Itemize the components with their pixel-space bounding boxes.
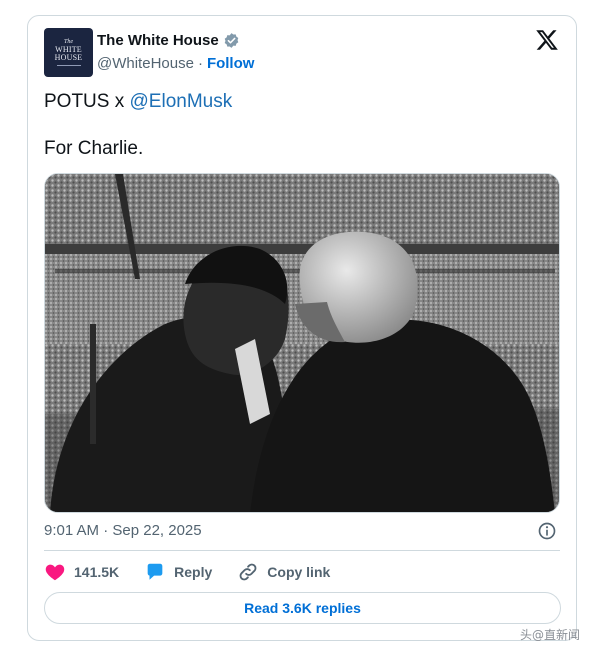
link-icon bbox=[239, 563, 257, 581]
action-bar: 141.5K Reply Copy link bbox=[44, 560, 355, 584]
source-watermark: 头@直新闻 bbox=[519, 628, 580, 642]
heart-icon bbox=[45, 564, 65, 581]
reply-button[interactable]: Reply bbox=[144, 561, 212, 583]
handle-separator: · bbox=[197, 55, 203, 72]
follow-button[interactable]: Follow bbox=[207, 55, 255, 72]
like-count: 141.5K bbox=[74, 564, 120, 580]
avatar-text-house: HOUSE bbox=[54, 53, 83, 62]
verified-badge-icon bbox=[224, 33, 238, 48]
copy-link-button[interactable]: Copy link bbox=[237, 561, 330, 583]
handle[interactable]: @WhiteHouse bbox=[97, 55, 194, 72]
mention-link[interactable]: @ElonMusk bbox=[130, 91, 233, 112]
tweet-card: The WHITE HOUSE The White House @WhiteHo… bbox=[27, 15, 577, 641]
tweet-text-prefix: POTUS x bbox=[44, 91, 130, 112]
tweet-text-line2: For Charlie. bbox=[44, 138, 144, 159]
display-name-row[interactable]: The White House bbox=[97, 32, 240, 49]
tweet-timestamp[interactable]: 9:01 AM · Sep 22, 2025 bbox=[44, 522, 202, 539]
x-logo-icon[interactable] bbox=[535, 28, 559, 52]
info-icon[interactable] bbox=[537, 521, 557, 541]
reply-label: Reply bbox=[174, 564, 213, 580]
tweet-photo[interactable] bbox=[44, 173, 560, 513]
tweet-text-line1: POTUS x @ElonMusk bbox=[44, 90, 232, 114]
display-name[interactable]: The White House bbox=[97, 32, 219, 49]
divider bbox=[44, 550, 560, 551]
avatar-rule bbox=[56, 65, 81, 66]
avatar[interactable]: The WHITE HOUSE bbox=[44, 28, 93, 77]
copy-link-label: Copy link bbox=[267, 564, 331, 580]
photo-illustration bbox=[45, 174, 559, 512]
read-replies-button[interactable]: Read 3.6K replies bbox=[44, 592, 561, 624]
handle-row: @WhiteHouse · Follow bbox=[97, 55, 254, 72]
like-button[interactable]: 141.5K bbox=[44, 561, 119, 583]
reply-bubble-icon bbox=[147, 563, 163, 580]
